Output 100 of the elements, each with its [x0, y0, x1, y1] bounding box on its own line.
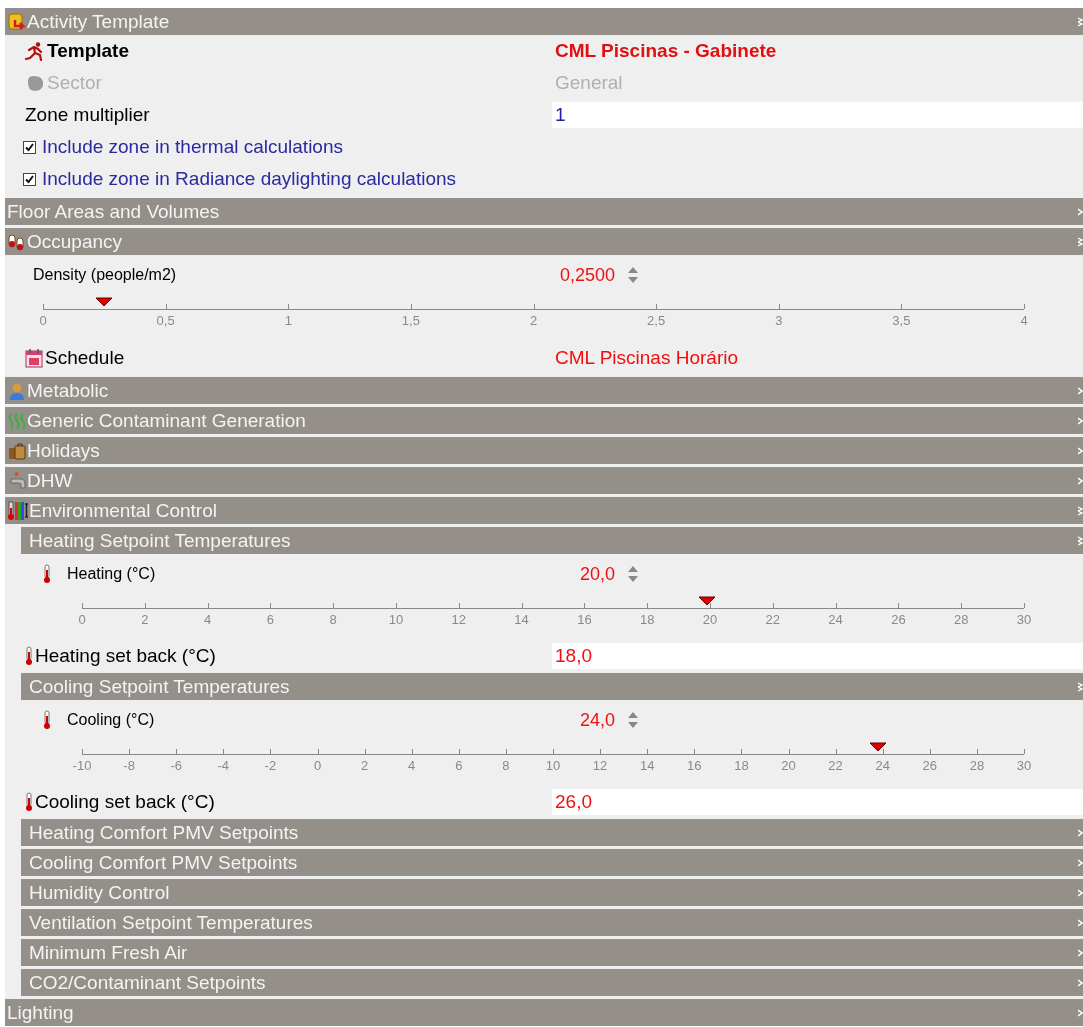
tick-label: 4 [1020, 313, 1028, 328]
field-label: Schedule [45, 347, 125, 369]
tick-label: 0 [39, 313, 47, 328]
tick-label: 6 [266, 612, 274, 627]
tick-label: 22 [828, 758, 843, 773]
tick-label: 3,5 [892, 313, 911, 328]
checkbox-label[interactable]: Include zone in Radiance daylighting calculations [42, 168, 457, 190]
slider-label: Density (people/m2) [33, 266, 177, 284]
section-header[interactable]: Generic Contaminant Generation [5, 407, 1083, 434]
expand-icon[interactable] [1078, 858, 1083, 867]
tick-label: -2 [264, 758, 277, 773]
slider-value[interactable]: 0,2500 [552, 264, 615, 286]
tick-label: 14 [514, 612, 529, 627]
section-header[interactable]: Humidity Control [21, 879, 1083, 906]
expand-icon[interactable] [1078, 1008, 1083, 1017]
tick-label: 30 [1016, 758, 1032, 773]
field-label: Template [47, 40, 129, 62]
input-field[interactable]: 1 [552, 102, 1083, 128]
people-icon [7, 231, 27, 252]
collapse-icon[interactable] [1078, 16, 1083, 27]
spinner-icon[interactable] [627, 711, 639, 729]
slider-marker[interactable] [869, 742, 887, 752]
section-header[interactable]: Floor Areas and Volumes [5, 198, 1083, 225]
tick-label: 12 [451, 612, 467, 627]
section-header[interactable]: Occupancy [5, 228, 1083, 255]
spinner-icon[interactable] [627, 565, 639, 583]
tick-label: 14 [639, 758, 655, 773]
section-header[interactable]: CO2/Contaminant Setpoints [21, 969, 1083, 996]
tick-label: 12 [592, 758, 608, 773]
tick-label: 26 [922, 758, 938, 773]
tick-label: 10 [545, 758, 561, 773]
tick-label: 2 [529, 313, 538, 328]
field-value[interactable]: CML Piscinas Horário [552, 347, 1083, 369]
tick-label: 0 [313, 758, 322, 773]
slider-marker[interactable] [95, 297, 114, 307]
tick-label: 28 [969, 758, 985, 773]
blob-icon [25, 73, 45, 93]
expand-icon[interactable] [1078, 207, 1083, 216]
bags-icon [7, 440, 27, 461]
tick-label: 16 [687, 758, 702, 773]
input-field[interactable]: 18,0 [552, 642, 1083, 669]
tick-label: 20 [702, 612, 718, 627]
tick-label: 8 [329, 612, 337, 627]
field-value[interactable]: CML Piscinas - Gabinete [552, 40, 1083, 62]
tick-label: 10 [388, 612, 404, 627]
expand-icon[interactable] [1078, 416, 1083, 425]
tick-label: 3 [775, 313, 783, 328]
thermometer-icon [25, 791, 33, 812]
slider-value[interactable]: 20,0 [552, 563, 615, 585]
field-label: Zone multiplier [25, 104, 150, 126]
section-header[interactable]: DHW [5, 467, 1083, 494]
slider-marker[interactable] [697, 596, 716, 606]
checkbox-label[interactable]: Include zone in thermal calculations [42, 136, 343, 158]
input-field[interactable]: 26,0 [552, 788, 1083, 815]
calendar-icon [25, 348, 43, 368]
tick-label: 26 [891, 612, 906, 627]
section-header[interactable]: Heating Comfort PMV Setpoints [21, 819, 1083, 846]
field-label: Sector [47, 72, 102, 94]
tick-label: 28 [953, 612, 969, 627]
tap-icon [7, 470, 27, 491]
section-header[interactable]: Metabolic [5, 377, 1083, 404]
section-header[interactable]: Environmental Control [5, 497, 1083, 524]
tick-label: 20 [781, 758, 796, 773]
expand-icon[interactable] [1078, 978, 1083, 987]
tick-label: -10 [72, 758, 92, 773]
checkbox[interactable] [23, 172, 36, 186]
tick-label: 8 [502, 758, 510, 773]
tick-label: 4 [408, 758, 416, 773]
section-header[interactable]: Activity Template [5, 8, 1083, 35]
slider-value[interactable]: 24,0 [552, 709, 615, 731]
section-header[interactable]: Holidays [5, 437, 1083, 464]
collapse-icon[interactable] [1078, 236, 1083, 247]
tick-label: 18 [639, 612, 655, 627]
expand-icon[interactable] [1078, 828, 1083, 837]
section-header[interactable]: Cooling Comfort PMV Setpoints [21, 849, 1083, 876]
expand-icon[interactable] [1078, 888, 1083, 897]
section-header[interactable]: Cooling Setpoint Temperatures [21, 673, 1083, 700]
template-icon [7, 11, 27, 32]
expand-icon[interactable] [1078, 476, 1083, 485]
section-header[interactable]: Ventilation Setpoint Temperatures [21, 909, 1083, 936]
thermometer-icon [43, 710, 51, 730]
expand-icon[interactable] [1078, 918, 1083, 927]
tick-label: 0,5 [156, 313, 175, 328]
tick-label: 18 [734, 758, 749, 773]
collapse-icon[interactable] [1078, 505, 1083, 516]
tick-label: -4 [217, 758, 230, 773]
section-header[interactable]: Minimum Fresh Air [21, 939, 1083, 966]
collapse-icon[interactable] [1078, 681, 1083, 692]
field-label: Cooling set back (°C) [35, 790, 215, 813]
checkbox[interactable] [23, 140, 36, 154]
collapse-icon[interactable] [1078, 535, 1083, 546]
expand-icon[interactable] [1078, 386, 1083, 395]
section-header[interactable]: Heating Setpoint Temperatures [21, 527, 1083, 554]
tick-label: 1 [284, 313, 292, 328]
field-value: General [554, 72, 624, 94]
tick-label: 24 [828, 612, 843, 627]
section-header[interactable]: Lighting [5, 999, 1083, 1026]
expand-icon[interactable] [1078, 446, 1083, 455]
spinner-icon[interactable] [627, 266, 639, 284]
expand-icon[interactable] [1078, 948, 1083, 957]
